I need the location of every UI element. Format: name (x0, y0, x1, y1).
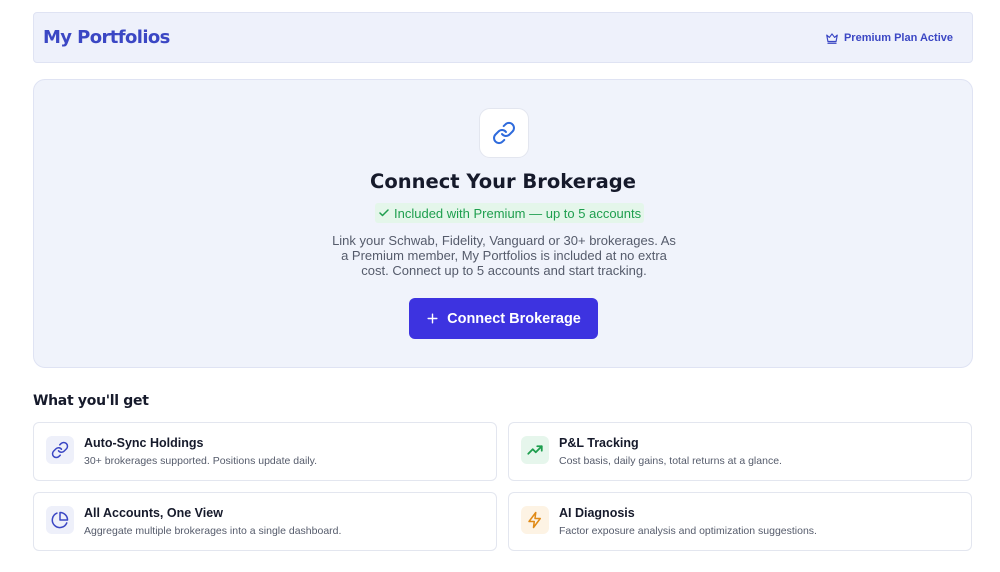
benefit-description: Aggregate multiple brokerages into a sin… (84, 525, 342, 537)
connect-brokerage-button[interactable]: Connect Brokerage (409, 298, 598, 339)
benefit-title: All Accounts, One View (84, 506, 223, 520)
benefit-title: P&L Tracking (559, 436, 639, 450)
benefit-title: Auto-Sync Holdings (84, 436, 204, 450)
benefit-description: Factor exposure analysis and optimizatio… (559, 525, 817, 537)
check-icon (379, 209, 389, 217)
benefit-icon-tile (46, 506, 74, 534)
connect-brokerage-label: Connect Brokerage (447, 310, 581, 327)
benefit-description: 30+ brokerages supported. Positions upda… (84, 455, 317, 467)
page-title: My Portfolios (43, 27, 170, 48)
trending-up-icon (527, 445, 543, 455)
premium-plan-label: Premium Plan Active (843, 31, 953, 44)
benefit-title: AI Diagnosis (559, 506, 635, 520)
benefit-icon-tile (521, 436, 549, 464)
included-badge: Included with Premium — up to 5 accounts (375, 203, 645, 223)
benefit-card-pl-tracking: P&L Tracking Cost basis, daily gains, to… (508, 422, 972, 481)
benefit-icon-tile (521, 506, 549, 534)
included-badge-label: Included with Premium — up to 5 accounts (394, 205, 642, 221)
benefit-card-auto-sync: Auto-Sync Holdings 30+ brokerages suppor… (33, 422, 497, 481)
benefits-title: What you'll get (33, 393, 149, 409)
benefit-card-ai-diagnosis: AI Diagnosis Factor exposure analysis an… (508, 492, 972, 551)
premium-plan-badge: Premium Plan Active (825, 31, 953, 45)
link-icon (51, 441, 69, 459)
benefit-description: Cost basis, daily gains, total returns a… (559, 455, 782, 467)
connect-brokerage-panel: Connect Your Brokerage Included with Pre… (33, 79, 973, 368)
benefit-icon-tile (46, 436, 74, 464)
hero-title: Connect Your Brokerage (370, 170, 636, 193)
hero-description: Link your Schwab, Fidelity, Vanguard or … (332, 233, 676, 278)
lightning-icon (528, 511, 541, 529)
pie-chart-icon (51, 511, 69, 529)
benefit-card-all-accounts: All Accounts, One View Aggregate multipl… (33, 492, 497, 551)
page-header: My Portfolios Premium Plan Active (33, 12, 973, 63)
plus-icon (427, 313, 438, 324)
link-icon (493, 121, 515, 145)
hero-icon-tile (479, 108, 529, 158)
crown-icon (826, 32, 838, 44)
